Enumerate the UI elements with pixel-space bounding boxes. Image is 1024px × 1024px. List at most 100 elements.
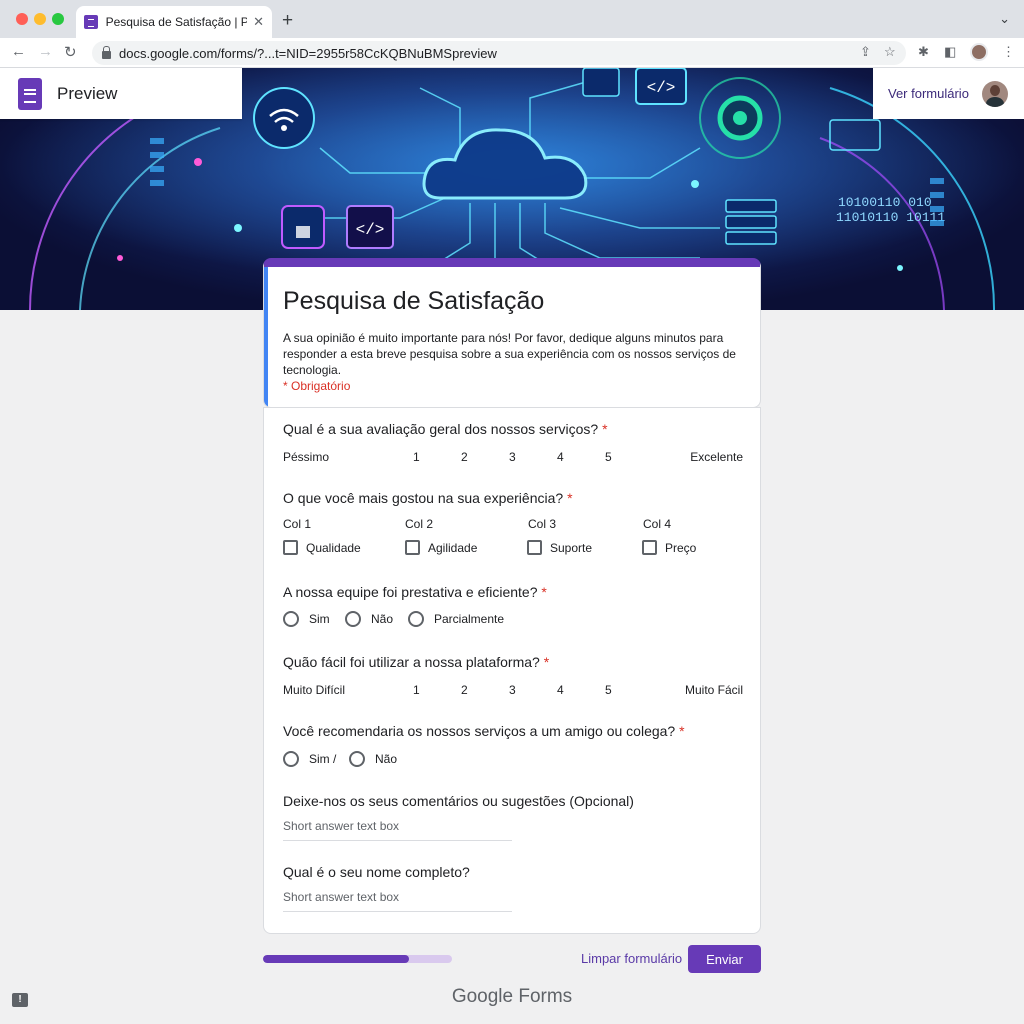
radio-button[interactable] — [283, 751, 299, 767]
tab-title: Pesquisa de Satisfação | Previ — [105, 15, 248, 29]
question-text: Você recomendaria os nossos serviços a u… — [283, 723, 676, 739]
close-tab-icon[interactable]: ✕ — [253, 14, 264, 30]
report-issue-icon[interactable]: ! — [12, 993, 28, 1007]
close-window-button[interactable] — [16, 13, 28, 25]
required-note: * Obrigatório — [283, 379, 351, 393]
maximize-window-button[interactable] — [52, 13, 64, 25]
user-avatar[interactable] — [982, 81, 1008, 107]
radio-option-nao[interactable]: Não — [349, 751, 397, 767]
forward-icon[interactable]: → — [38, 43, 53, 60]
option-label: Parcialmente — [434, 612, 505, 626]
form-title-card: Pesquisa de Satisfação A sua opinião é m… — [263, 258, 761, 408]
question-overall-rating: Qual é a sua avaliação geral dos nossos … — [283, 421, 608, 437]
checkbox[interactable] — [527, 540, 542, 555]
browser-menu-icon[interactable]: ⋮ — [1002, 44, 1015, 60]
column-header-1: Col 1 — [283, 517, 312, 531]
browser-tab[interactable]: Pesquisa de Satisfação | Previ ✕ — [76, 6, 272, 38]
scale-option-2[interactable]: 2 — [461, 683, 468, 697]
scale-option-3[interactable]: 3 — [509, 450, 516, 464]
forms-favicon-icon — [84, 15, 98, 29]
browser-toolbar: ← → ↻ docs.google.com/forms/?...t=NID=29… — [0, 38, 1024, 68]
scale-option-1[interactable]: 1 — [413, 450, 420, 464]
google-forms-logo-icon[interactable] — [18, 77, 42, 110]
scale-low-label: Muito Difícil — [283, 683, 346, 697]
active-card-indicator — [264, 267, 268, 407]
share-icon[interactable]: ⇪ — [860, 44, 871, 60]
question-text: Quão fácil foi utilizar a nossa platafor… — [283, 654, 540, 670]
option-label: Sim / — [309, 752, 337, 766]
checkbox[interactable] — [283, 540, 298, 555]
required-mark: * — [543, 654, 550, 670]
question-full-name: Qual é o seu nome completo? — [283, 864, 470, 880]
radio-button[interactable] — [349, 751, 365, 767]
radio-button[interactable] — [283, 611, 299, 627]
form-title: Pesquisa de Satisfação — [283, 287, 545, 315]
clear-form-link[interactable]: Limpar formulário — [581, 951, 682, 966]
address-bar[interactable]: docs.google.com/forms/?...t=NID=2955r58C… — [92, 41, 906, 65]
reload-icon[interactable]: ↻ — [64, 43, 77, 61]
checkbox-option-agility[interactable]: Agilidade — [405, 540, 477, 555]
profile-avatar[interactable] — [970, 43, 988, 61]
scale-option-5[interactable]: 5 — [605, 450, 612, 464]
minimize-window-button[interactable] — [34, 13, 46, 25]
url-text[interactable]: docs.google.com/forms/?...t=NID=2955r58C… — [119, 46, 497, 61]
forms-header-right: Ver formulário — [873, 68, 1024, 119]
question-recommend: Você recomendaria os nossos serviços a u… — [283, 723, 685, 739]
option-label: Agilidade — [428, 540, 478, 555]
radio-button[interactable] — [345, 611, 361, 627]
bookmark-star-icon[interactable]: ☆ — [884, 44, 896, 60]
checkbox-option-price[interactable]: Preço — [642, 540, 696, 555]
preview-label: Preview — [57, 83, 118, 103]
required-mark: * — [541, 584, 547, 600]
radio-option-parcialmente[interactable]: Parcialmente — [408, 611, 504, 627]
option-label: Preço — [665, 540, 697, 555]
ease-scale-row: Muito Difícil 1 2 3 4 5 Muito Fácil — [283, 683, 743, 699]
question-text: Qual é a sua avaliação geral dos nossos … — [283, 421, 599, 437]
questions-card: Qual é a sua avaliação geral dos nossos … — [263, 407, 761, 934]
checkbox[interactable] — [642, 540, 657, 555]
option-label: Não — [371, 612, 394, 626]
lock-icon[interactable] — [102, 46, 111, 59]
required-mark: * — [679, 723, 685, 739]
scale-high-label: Muito Fácil — [684, 683, 743, 697]
question-text: Deixe-nos os seus comentários ou sugestõ… — [283, 793, 634, 809]
full-name-input[interactable]: Short answer text box — [283, 890, 512, 912]
checkbox-option-support[interactable]: Suporte — [527, 540, 592, 555]
new-tab-icon[interactable]: + — [282, 10, 293, 32]
radio-button[interactable] — [408, 611, 424, 627]
browser-tab-bar: Pesquisa de Satisfação | Previ ✕ + ⌄ — [0, 0, 1024, 38]
scale-option-2[interactable]: 2 — [461, 450, 468, 464]
radio-option-sim[interactable]: Sim / — [283, 751, 336, 767]
svg-text:</>: </> — [647, 79, 676, 97]
svg-text:</>: </> — [356, 221, 385, 239]
scale-option-4[interactable]: 4 — [557, 683, 564, 697]
scale-option-4[interactable]: 4 — [557, 450, 564, 464]
question-text: Qual é o seu nome completo? — [283, 864, 470, 880]
back-icon[interactable]: ← — [11, 43, 26, 60]
side-panel-icon[interactable]: ◧ — [944, 44, 956, 60]
column-header-2: Col 2 — [405, 517, 434, 531]
extensions-icon[interactable]: ✱ — [918, 44, 929, 60]
required-mark: * — [602, 421, 608, 437]
scale-low-label: Péssimo — [283, 450, 330, 464]
option-label: Sim — [309, 612, 330, 626]
question-comments: Deixe-nos os seus comentários ou sugestõ… — [283, 793, 634, 809]
column-header-3: Col 3 — [528, 517, 557, 531]
option-label: Não — [375, 752, 398, 766]
question-team-helpful: A nossa equipe foi prestativa e eficient… — [283, 584, 547, 600]
submit-button[interactable]: Enviar — [688, 945, 761, 973]
scale-option-5[interactable]: 5 — [605, 683, 612, 697]
tab-search-icon[interactable]: ⌄ — [999, 11, 1010, 27]
view-form-link[interactable]: Ver formulário — [888, 86, 969, 101]
radio-option-nao[interactable]: Não — [345, 611, 393, 627]
comments-input[interactable]: Short answer text box — [283, 819, 512, 841]
rating-scale-row: Péssimo 1 2 3 4 5 Excelente — [283, 450, 743, 466]
scale-option-1[interactable]: 1 — [413, 683, 420, 697]
scale-option-3[interactable]: 3 — [509, 683, 516, 697]
server-icon — [725, 199, 777, 245]
question-platform-ease: Quão fácil foi utilizar a nossa platafor… — [283, 654, 549, 670]
svg-text:11010110 10111: 11010110 10111 — [836, 210, 945, 225]
checkbox-option-quality[interactable]: Qualidade — [283, 540, 361, 555]
checkbox[interactable] — [405, 540, 420, 555]
radio-option-sim[interactable]: Sim — [283, 611, 330, 627]
